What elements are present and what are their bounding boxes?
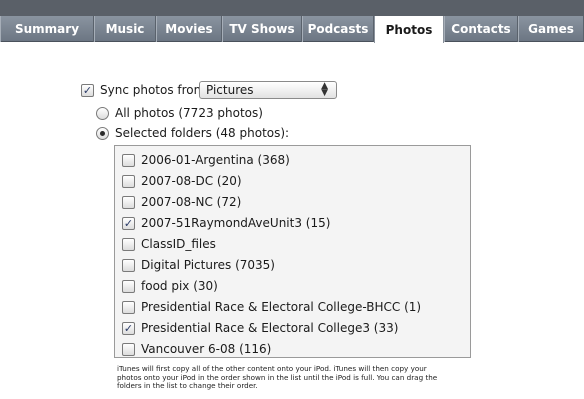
- folder-label: 2007-08-DC (20): [141, 174, 242, 188]
- folder-label: Digital Pictures (7035): [141, 258, 275, 272]
- folder-checkbox[interactable]: [122, 237, 135, 251]
- folder-item[interactable]: 2006-01-Argentina (368): [122, 153, 290, 167]
- folder-item[interactable]: food pix (30): [122, 279, 218, 293]
- selected-folders-radio[interactable]: [96, 126, 109, 140]
- window-top-strip: [0, 0, 584, 16]
- folder-label: 2007-08-NC (72): [141, 195, 242, 209]
- folder-checkbox[interactable]: ✓: [122, 321, 135, 335]
- tab-contacts[interactable]: Contacts: [444, 16, 518, 42]
- all-photos-radio[interactable]: [96, 106, 109, 120]
- all-photos-label: All photos (7723 photos): [115, 106, 263, 120]
- sync-photos-label: Sync photos from:: [100, 83, 210, 97]
- folder-item[interactable]: ClassID_files: [122, 237, 216, 251]
- folder-checkbox[interactable]: [122, 279, 135, 293]
- folder-label: ClassID_files: [141, 237, 216, 251]
- folder-checkbox[interactable]: [122, 258, 135, 272]
- folder-label: Vancouver 6-08 (116): [141, 342, 272, 356]
- folder-item[interactable]: 2007-08-DC (20): [122, 174, 242, 188]
- tab-photos[interactable]: Photos: [374, 16, 444, 43]
- folder-item[interactable]: 2007-08-NC (72): [122, 195, 241, 209]
- tab-games[interactable]: Games: [518, 16, 584, 42]
- folder-label: food pix (30): [141, 279, 218, 293]
- folder-label: 2007-51RaymondAveUnit3 (15): [141, 216, 331, 230]
- folder-item[interactable]: Presidential Race & Electoral College-BH…: [122, 300, 421, 314]
- tab-music[interactable]: Music: [94, 16, 156, 42]
- photo-source-value: Pictures: [206, 83, 254, 97]
- folder-list[interactable]: 2006-01-Argentina (368) 2007-08-DC (20) …: [114, 145, 471, 358]
- folder-item[interactable]: Digital Pictures (7035): [122, 258, 275, 272]
- folder-checkbox[interactable]: [122, 300, 135, 314]
- tab-podcasts[interactable]: Podcasts: [302, 16, 374, 42]
- folder-item[interactable]: Vancouver 6-08 (116): [122, 342, 271, 356]
- all-photos-option[interactable]: All photos (7723 photos): [96, 106, 263, 120]
- folder-item[interactable]: ✓ 2007-51RaymondAveUnit3 (15): [122, 216, 330, 230]
- folder-checkbox[interactable]: [122, 153, 135, 167]
- sync-photos-checkbox[interactable]: ✓: [81, 83, 94, 97]
- folder-item[interactable]: ✓ Presidential Race & Electoral College3…: [122, 321, 398, 335]
- select-arrows-icon: ▲ ▼: [321, 81, 328, 98]
- folder-checkbox[interactable]: [122, 342, 135, 356]
- tab-summary[interactable]: Summary: [0, 16, 94, 42]
- tab-tv-shows[interactable]: TV Shows: [222, 16, 302, 42]
- folder-checkbox[interactable]: ✓: [122, 216, 135, 230]
- folder-label: 2006-01-Argentina (368): [141, 153, 290, 167]
- folder-checkbox[interactable]: [122, 195, 135, 209]
- folder-checkbox[interactable]: [122, 174, 135, 188]
- selected-folders-option[interactable]: Selected folders (48 photos):: [96, 126, 289, 140]
- sync-order-note: iTunes will first copy all of the other …: [117, 364, 438, 391]
- folder-label: Presidential Race & Electoral College-BH…: [141, 300, 422, 314]
- tab-movies[interactable]: Movies: [156, 16, 222, 42]
- tab-bar: Summary Music Movies TV Shows Podcasts P…: [0, 16, 584, 43]
- folder-label: Presidential Race & Electoral College3 (…: [141, 321, 399, 335]
- photo-source-select[interactable]: Pictures ▲ ▼: [199, 81, 337, 99]
- selected-folders-label: Selected folders (48 photos):: [115, 126, 290, 140]
- sync-photos-row: ✓ Sync photos from:: [81, 83, 209, 97]
